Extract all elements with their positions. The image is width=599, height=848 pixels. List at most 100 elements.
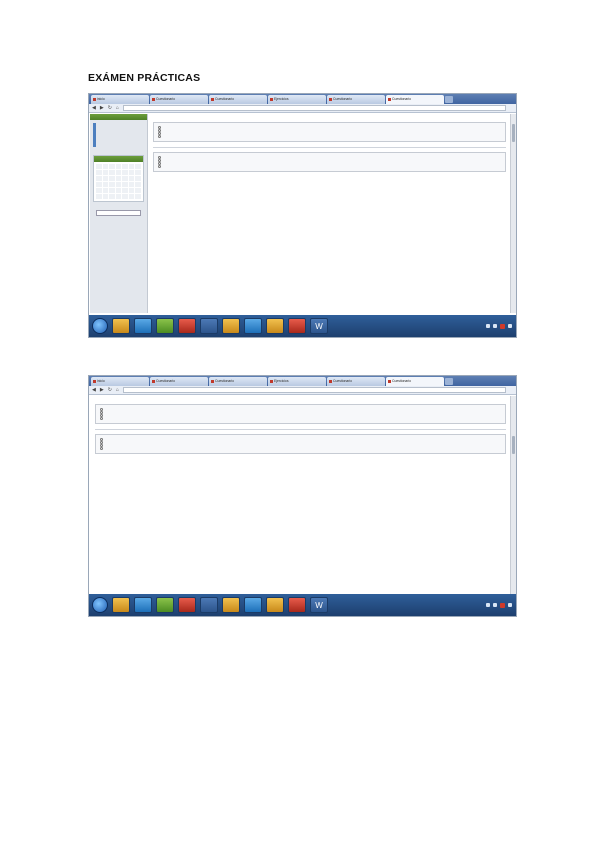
new-tab-button[interactable] [445, 378, 453, 385]
address-bar[interactable] [122, 105, 506, 111]
new-tab-button[interactable] [445, 96, 453, 103]
browser-tab[interactable]: Ejercicios [268, 95, 326, 104]
app-icon[interactable] [200, 318, 218, 334]
app-icon[interactable] [222, 318, 240, 334]
calendar-day[interactable] [115, 170, 122, 175]
calendar-day[interactable] [102, 176, 109, 181]
calendar-day[interactable] [128, 176, 135, 181]
calendar-day[interactable] [96, 176, 102, 181]
forward-icon[interactable]: ▶ [100, 387, 104, 393]
answer-option[interactable] [158, 165, 501, 168]
ie-icon[interactable] [134, 318, 152, 334]
home-icon[interactable]: ⌂ [116, 105, 119, 111]
calendar-day[interactable] [96, 194, 102, 199]
browser-tab[interactable]: inicio [91, 377, 149, 386]
calendar-day[interactable] [135, 170, 141, 175]
app-icon[interactable] [266, 318, 284, 334]
radio-button[interactable] [100, 447, 103, 450]
browser-tab[interactable]: Ejercicios [268, 377, 326, 386]
app-icon[interactable] [244, 318, 262, 334]
browser-tab[interactable]: inicio [91, 95, 149, 104]
sidebar-button[interactable] [96, 210, 141, 216]
answer-option[interactable] [158, 135, 501, 138]
calendar-day[interactable] [122, 194, 128, 199]
folder-icon[interactable] [112, 318, 130, 334]
calendar-day[interactable] [128, 188, 135, 193]
calendar-day[interactable] [135, 182, 141, 187]
calendar-day[interactable] [135, 164, 141, 169]
address-bar[interactable] [122, 387, 506, 393]
calendar-day[interactable] [96, 188, 102, 193]
calendar-day[interactable] [128, 170, 135, 175]
calendar-day[interactable] [135, 188, 141, 193]
tray-icon[interactable] [508, 603, 512, 607]
media-icon[interactable] [178, 597, 196, 613]
vertical-scrollbar[interactable] [510, 396, 516, 595]
calendar-day[interactable] [102, 182, 109, 187]
browser-tab-active[interactable]: Cuestionario [386, 95, 444, 104]
calendar-day[interactable] [96, 170, 102, 175]
start-orb-icon[interactable] [92, 597, 108, 613]
calendar-day[interactable] [135, 194, 141, 199]
browser-tab[interactable]: Cuestionario [327, 377, 385, 386]
radio-button[interactable] [158, 165, 161, 168]
radio-button[interactable] [100, 417, 103, 420]
tray-icon[interactable] [486, 603, 490, 607]
calendar-day[interactable] [122, 176, 128, 181]
vertical-scrollbar[interactable] [510, 114, 516, 313]
calendar-day[interactable] [115, 176, 122, 181]
radio-button[interactable] [158, 135, 161, 138]
home-icon[interactable]: ⌂ [116, 387, 119, 393]
browser-tab[interactable]: Cuestionario [209, 377, 267, 386]
calendar-day[interactable] [109, 188, 115, 193]
calendar-day[interactable] [115, 182, 122, 187]
calendar-day[interactable] [122, 170, 128, 175]
calendar-day[interactable] [109, 182, 115, 187]
tray-alert-icon[interactable] [500, 602, 505, 608]
calendar-day[interactable] [128, 164, 135, 169]
app-icon[interactable] [266, 597, 284, 613]
calendar-day[interactable] [109, 176, 115, 181]
scrollbar-thumb[interactable] [512, 436, 515, 454]
tray-icon[interactable] [508, 324, 512, 328]
folder-icon[interactable] [112, 597, 130, 613]
browser-tab[interactable]: Cuestionario [150, 377, 208, 386]
app-icon[interactable] [288, 597, 306, 613]
word-icon[interactable]: W [310, 597, 328, 613]
answer-option[interactable] [100, 447, 501, 450]
calendar-day[interactable] [102, 164, 109, 169]
chrome-icon[interactable] [156, 597, 174, 613]
calendar-day[interactable] [96, 164, 102, 169]
calendar-day[interactable] [128, 182, 135, 187]
forward-icon[interactable]: ▶ [100, 105, 104, 111]
browser-tab[interactable]: Cuestionario [327, 95, 385, 104]
calendar-day[interactable] [122, 182, 128, 187]
app-icon[interactable] [288, 318, 306, 334]
app-icon[interactable] [200, 597, 218, 613]
calendar-day[interactable] [109, 170, 115, 175]
chrome-icon[interactable] [156, 318, 174, 334]
browser-tab[interactable]: Cuestionario [209, 95, 267, 104]
sidebar-item[interactable] [93, 144, 144, 147]
word-icon[interactable]: W [310, 318, 328, 334]
ie-icon[interactable] [134, 597, 152, 613]
app-icon[interactable] [222, 597, 240, 613]
calendar-day[interactable] [128, 194, 135, 199]
tray-icon[interactable] [486, 324, 490, 328]
reload-icon[interactable]: ↻ [108, 105, 112, 111]
start-orb-icon[interactable] [92, 318, 108, 334]
back-icon[interactable]: ◀ [92, 105, 96, 111]
app-icon[interactable] [244, 597, 262, 613]
browser-tab[interactable]: Cuestionario [150, 95, 208, 104]
calendar-day[interactable] [102, 194, 109, 199]
back-icon[interactable]: ◀ [92, 387, 96, 393]
calendar-day[interactable] [122, 188, 128, 193]
calendar-day[interactable] [102, 170, 109, 175]
calendar-day[interactable] [135, 176, 141, 181]
browser-tab-active[interactable]: Cuestionario [386, 377, 444, 386]
media-icon[interactable] [178, 318, 196, 334]
reload-icon[interactable]: ↻ [108, 387, 112, 393]
answer-option[interactable] [100, 417, 501, 420]
tray-icon[interactable] [493, 603, 497, 607]
calendar-day[interactable] [102, 188, 109, 193]
